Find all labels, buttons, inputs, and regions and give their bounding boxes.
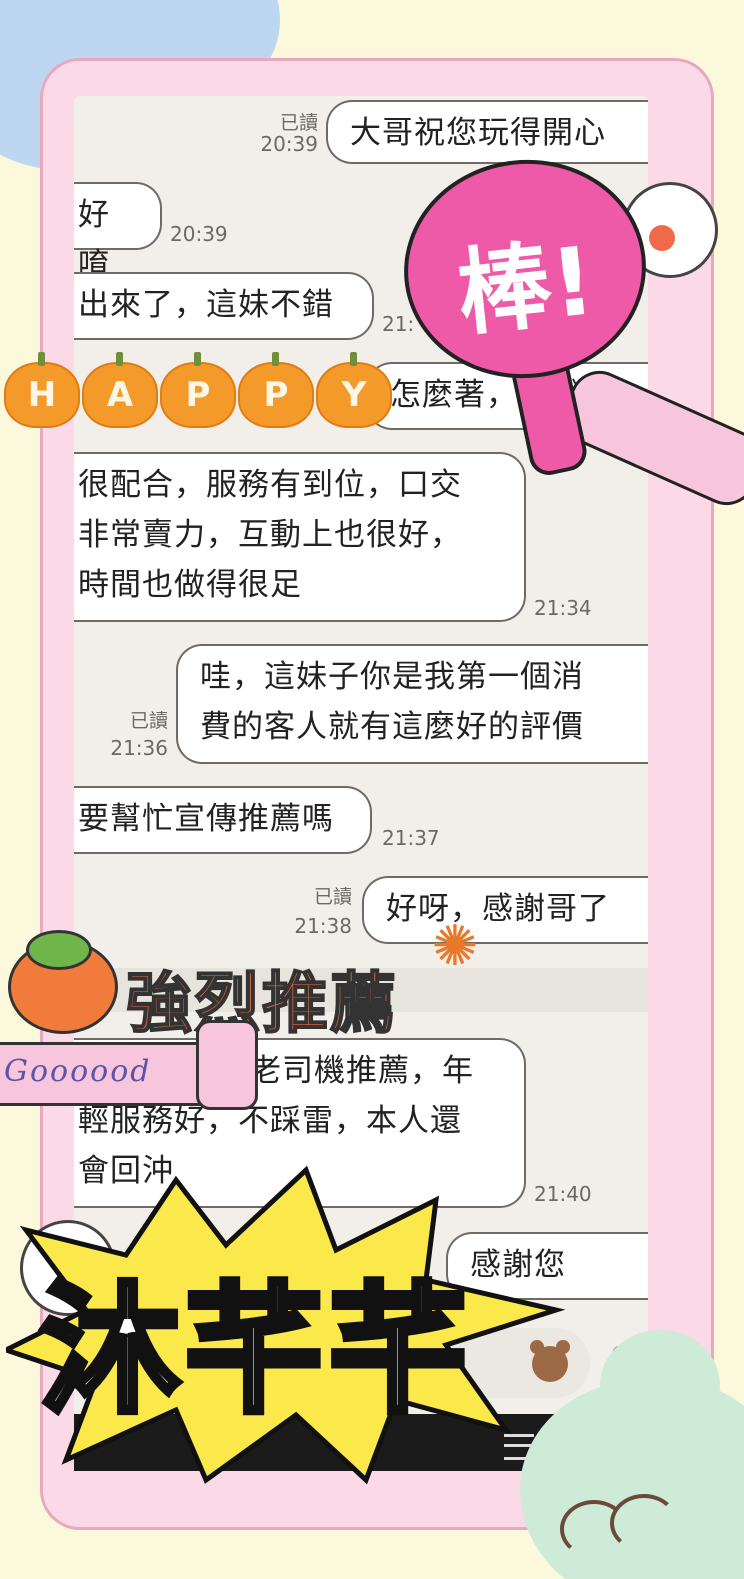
message-bubble-received[interactable]: 要幫忙宣傳推薦嗎 — [74, 786, 372, 854]
message-time: 21:34 — [534, 596, 592, 620]
message-line: 老司機推薦，年 — [250, 1053, 474, 1089]
message-bubble-received[interactable]: 很配合，服務有到位，口交 非常賣力，互動上也很好， 時間也做得很足 — [74, 452, 526, 622]
message-bubble-sent[interactable]: 哇，這妹子你是我第一個消 費的客人就有這麼好的評價 — [176, 644, 648, 764]
message-bubble-received[interactable]: 出來了，這妹不錯 — [74, 272, 374, 340]
recommend-sticker-text: 強烈推薦 — [125, 964, 398, 1043]
read-receipt: 已讀 — [313, 886, 352, 908]
good-banner-text: Goooood — [4, 1054, 152, 1089]
pumpkin-letter: Y — [316, 352, 392, 428]
message-line: 哇，這妹子你是我第一個消 — [200, 659, 584, 695]
happy-pumpkin-sticker: H A P P Y — [0, 352, 400, 432]
message-line: 時間也做得很足 — [78, 567, 302, 603]
message-text: 要幫忙宣傳推薦嗎 — [78, 801, 334, 837]
pumpkin-letter: A — [82, 352, 158, 428]
message-time: 20:39 — [260, 132, 318, 156]
pumpkin-letter: P — [160, 352, 236, 428]
bang-sticker-text: 棒! — [452, 227, 600, 350]
message-line: 費的客人就有這麼好的評價 — [200, 709, 584, 745]
message-line: 非常賣力，互動上也很好， — [78, 517, 462, 553]
persimmon-leaf — [26, 930, 92, 970]
pumpkin-letter: H — [4, 352, 80, 428]
message-time: 21:37 — [382, 826, 440, 850]
read-receipt: 已讀 — [129, 710, 168, 732]
message-time: 21:36 — [110, 736, 168, 760]
message-bubble-sent[interactable]: 大哥祝您玩得開心 — [326, 100, 648, 164]
message-text: 大哥祝您玩得開心 — [350, 115, 606, 151]
message-line: 很配合，服務有到位，口交 — [78, 467, 462, 503]
decor-scribble — [610, 1494, 678, 1552]
message-text: 出來了，這妹不錯 — [78, 287, 334, 323]
message-bubble-sent[interactable]: 好呀，感謝哥了 — [362, 876, 648, 944]
decor-green-blob — [600, 1330, 720, 1440]
screenshot-collage: 已讀 20:39 大哥祝您玩得開心 好唷 20:39 出來了，這妹不錯 21: … — [0, 0, 744, 1579]
read-receipt: 已讀 — [279, 112, 318, 134]
message-text: 好唷 — [78, 197, 110, 283]
sparkle-icon: ✺ — [431, 914, 479, 979]
name-sticker-text: 沐芊芊 — [37, 1267, 473, 1436]
message-time: 21:38 — [294, 914, 352, 938]
thumbs-up-icon — [196, 1020, 258, 1110]
message-time: 20:39 — [170, 222, 228, 246]
message-bubble-received[interactable]: 好唷 — [74, 182, 162, 283]
pumpkin-letter: P — [238, 352, 314, 428]
